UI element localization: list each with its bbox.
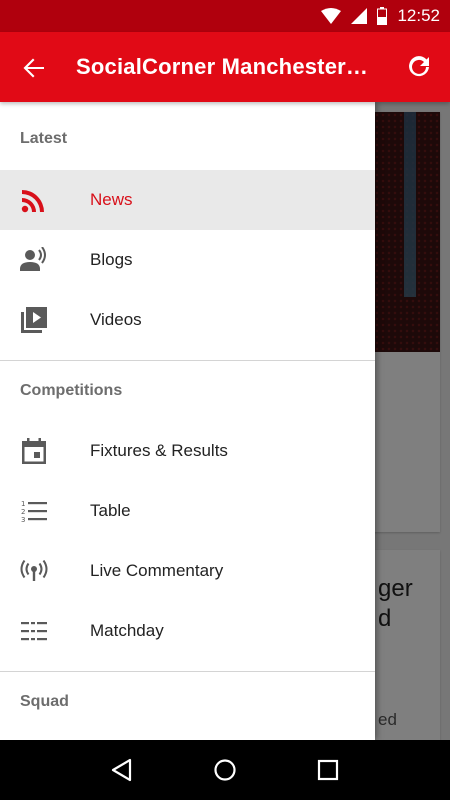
svg-text:1: 1 [21, 500, 25, 508]
drawer-item-videos[interactable]: Videos [0, 290, 375, 350]
nav-home-button[interactable] [210, 755, 240, 785]
system-nav-bar [0, 740, 450, 800]
wifi-icon [321, 8, 342, 24]
status-time: 12:52 [397, 6, 440, 25]
drawer-item-news[interactable]: News [0, 170, 375, 230]
drawer-item-fixtures[interactable]: Fixtures & Results [0, 421, 375, 481]
person-voice-icon [20, 246, 48, 274]
battery-icon [377, 7, 388, 25]
drawer-item-live-commentary[interactable]: Live Commentary [0, 541, 375, 601]
rss-icon [20, 186, 48, 214]
drawer-item-table[interactable]: 123 Table [0, 481, 375, 541]
svg-text:3: 3 [21, 516, 25, 523]
circle-home-icon [214, 759, 236, 781]
numbered-list-icon: 123 [20, 497, 48, 525]
drawer-item-label: Live Commentary [90, 561, 224, 580]
video-library-icon [20, 306, 48, 334]
calendar-icon [20, 437, 48, 465]
toolbar-title: SocialCorner Manchester… [76, 54, 369, 79]
refresh-button[interactable] [404, 52, 434, 82]
square-recents-icon [318, 759, 339, 781]
cell-signal-icon [351, 8, 368, 24]
refresh-icon [409, 56, 429, 77]
section-heading-squad: Squad [20, 693, 69, 710]
arrow-back-icon [23, 58, 44, 78]
section-heading-competitions: Competitions [20, 382, 123, 399]
drawer-item-label: Fixtures & Results [90, 441, 228, 460]
navigation-drawer: Latest News Blogs Videos Competitions Fi… [0, 102, 375, 740]
drawer-item-label: Matchday [90, 621, 164, 640]
status-bar: 12:52 [0, 0, 450, 32]
app-toolbar: SocialCorner Manchester… [0, 32, 450, 102]
drawer-item-label: Blogs [90, 250, 133, 269]
section-heading-latest: Latest [20, 130, 68, 147]
nav-back-button[interactable] [107, 755, 137, 785]
broadcast-icon [20, 557, 48, 585]
drawer-item-blogs[interactable]: Blogs [0, 230, 375, 290]
drawer-item-matchday[interactable]: Matchday [0, 601, 375, 661]
nav-recents-button[interactable] [313, 755, 343, 785]
svg-text:2: 2 [21, 508, 25, 516]
drawer-item-label: Table [90, 501, 131, 520]
drawer-item-label: Videos [90, 310, 142, 329]
list-icon [20, 617, 48, 645]
triangle-back-icon [111, 758, 131, 782]
drawer-item-label: News [90, 190, 133, 209]
back-button[interactable] [18, 52, 50, 84]
